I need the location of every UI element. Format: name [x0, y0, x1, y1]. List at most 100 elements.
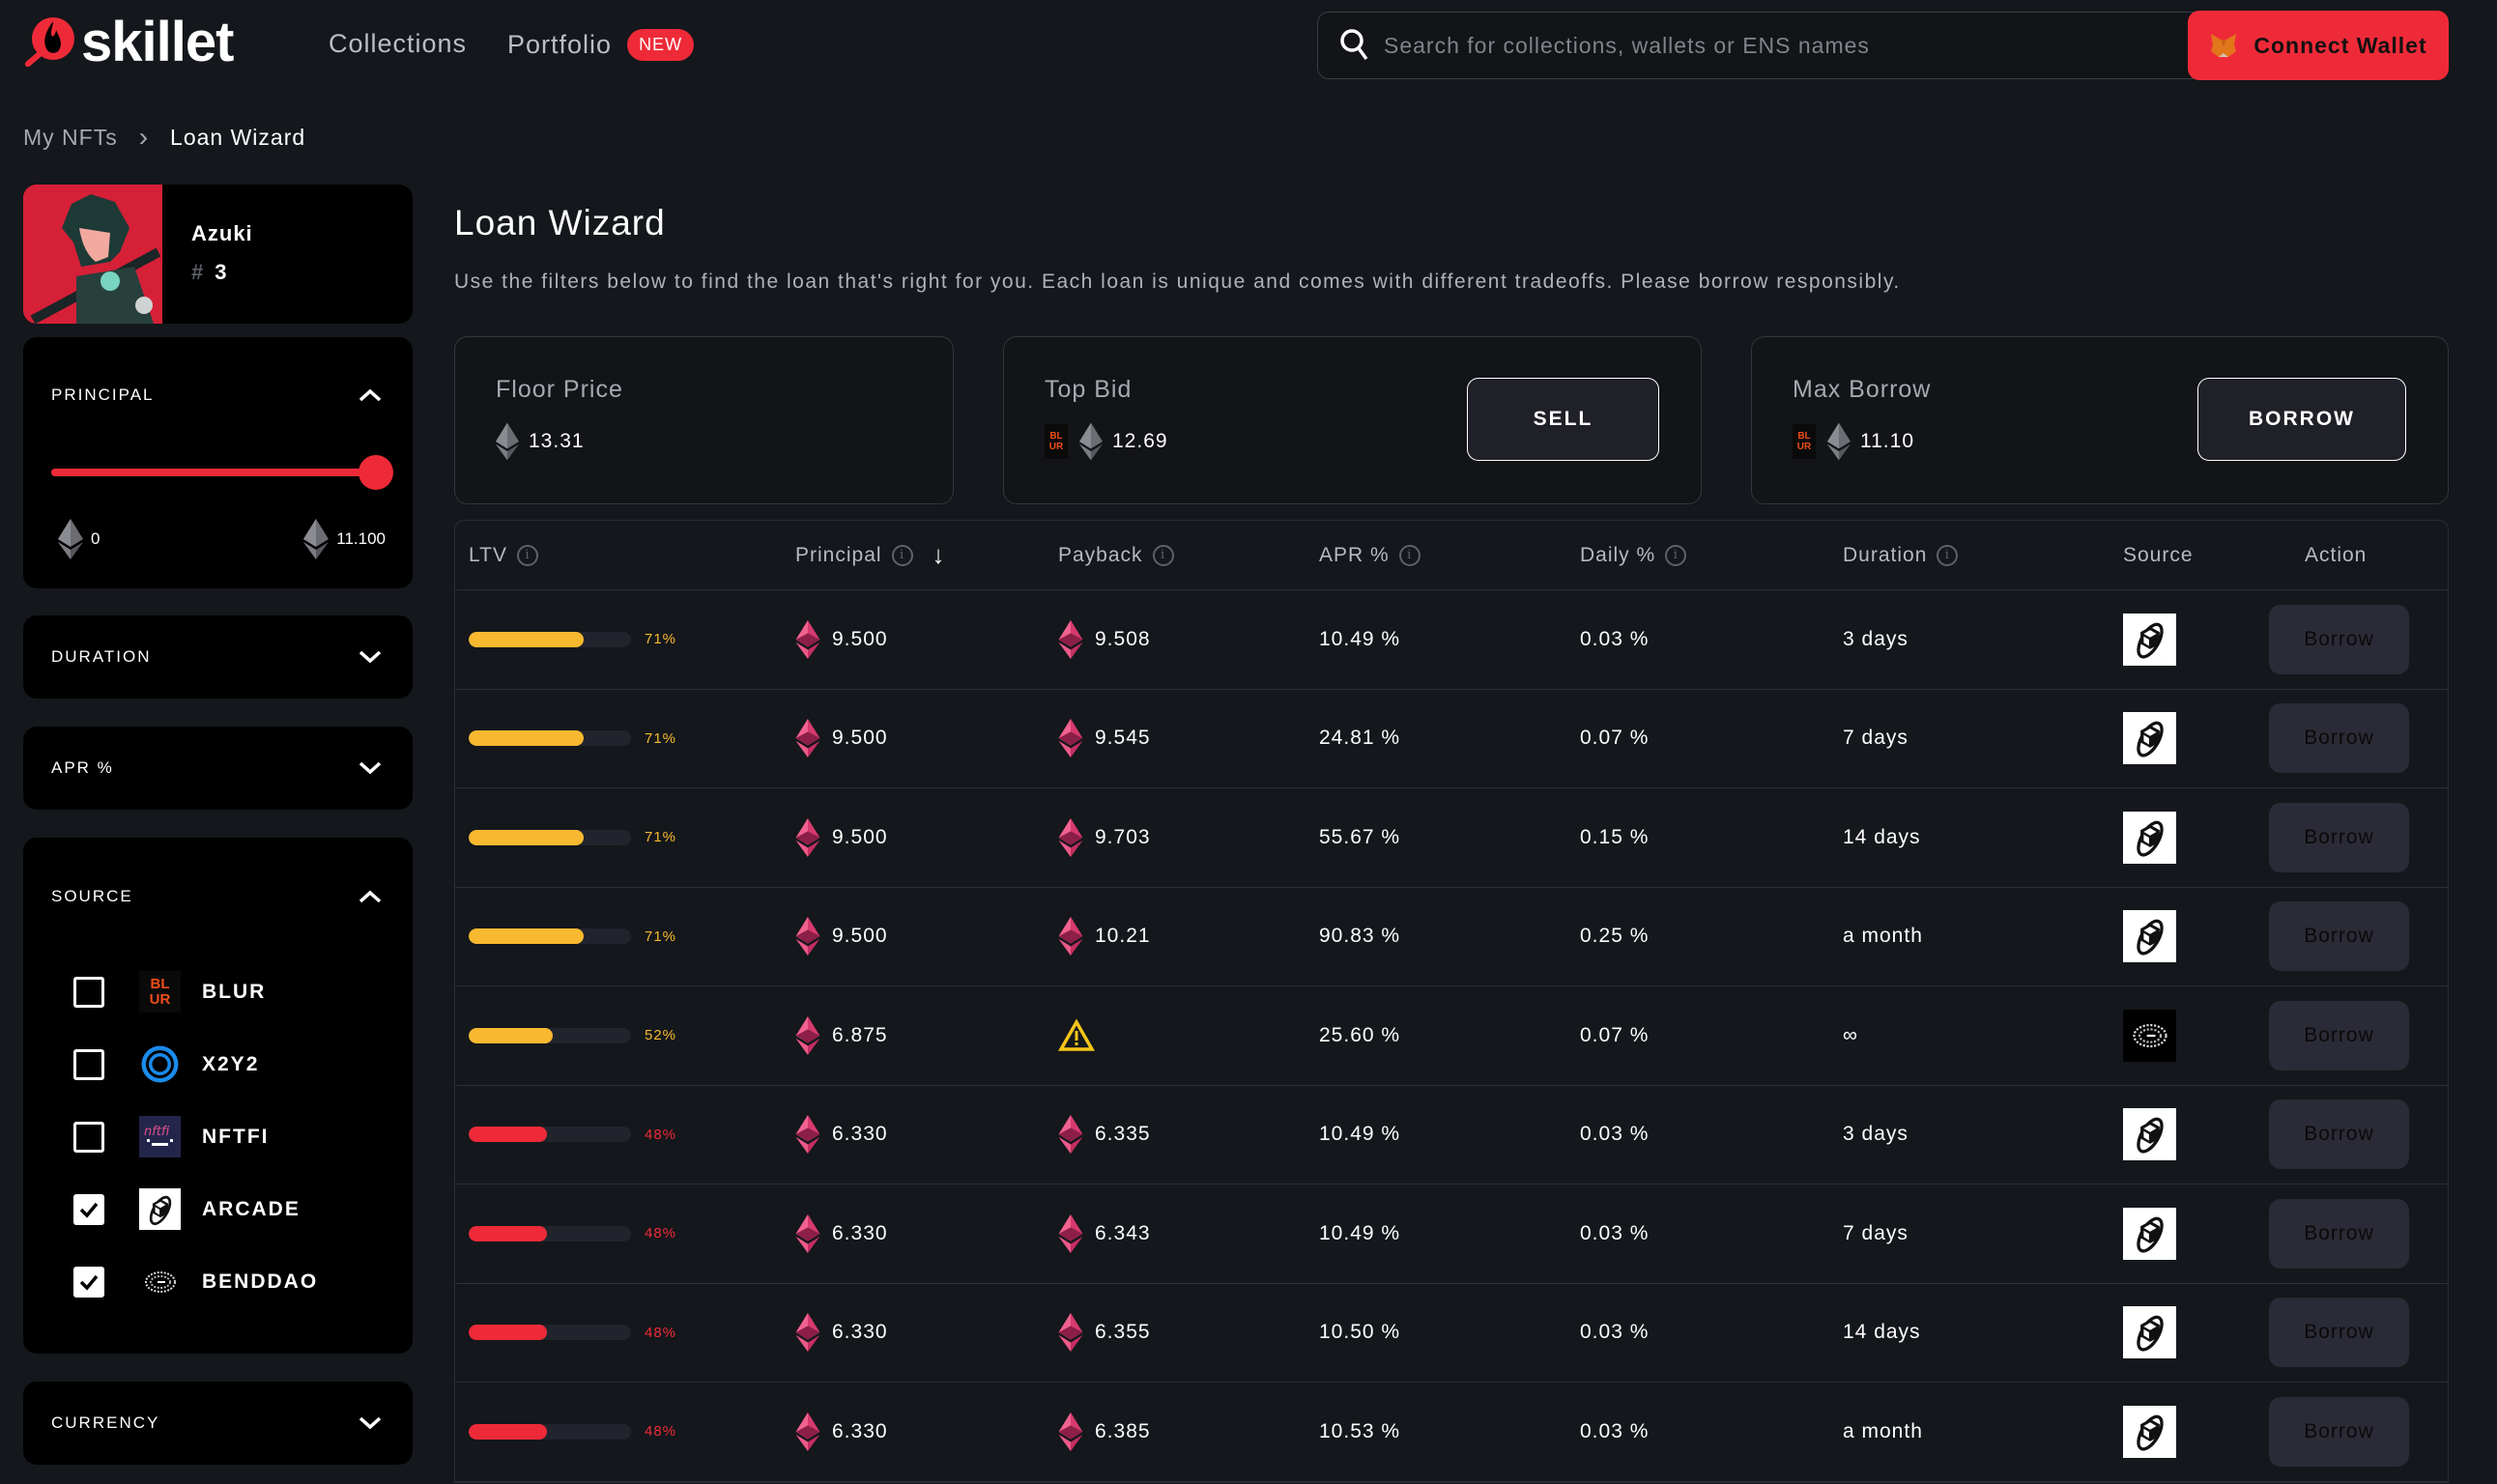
- principal-slider[interactable]: [51, 453, 393, 492]
- ltv-cell: 48%: [469, 1086, 676, 1184]
- principal-value: 9.500: [832, 627, 888, 650]
- ltv-progress-fill: [469, 1423, 547, 1440]
- chevron-down-icon[interactable]: [359, 1416, 382, 1430]
- principal-value: 9.500: [832, 925, 888, 948]
- borrow-button[interactable]: Borrow: [2269, 802, 2409, 872]
- principal-filter-header[interactable]: PRINCIPAL: [23, 337, 413, 453]
- col-duration[interactable]: Duration i: [1843, 544, 1959, 567]
- ltv-value: 52%: [645, 1027, 677, 1044]
- table-row: 48% 6.330 6.385 10.53 % 0.03 % a month B…: [455, 1383, 2448, 1482]
- chevron-up-icon[interactable]: [359, 388, 382, 402]
- eth-icon: [1827, 422, 1851, 461]
- nav-collections-label: Collections: [329, 29, 468, 58]
- benddao-logo-icon: [2123, 1009, 2176, 1062]
- info-icon[interactable]: i: [1665, 544, 1687, 566]
- checkbox[interactable]: [73, 1048, 104, 1080]
- source-cell: [2123, 1284, 2176, 1383]
- action-cell: Borrow: [2269, 888, 2409, 986]
- principal-slider-thumb[interactable]: [359, 455, 393, 490]
- info-icon[interactable]: i: [1937, 544, 1959, 566]
- info-icon[interactable]: i: [1398, 544, 1421, 566]
- ltv-progress-fill: [469, 1127, 547, 1143]
- eth-icon: [1058, 1313, 1083, 1352]
- source-option-label: X2Y2: [202, 1052, 260, 1075]
- checkbox-checked[interactable]: [73, 1193, 104, 1225]
- page-subtitle: Use the filters below to find the loan t…: [454, 271, 1901, 293]
- col-ltv[interactable]: LTV i: [469, 544, 538, 567]
- borrow-button[interactable]: Borrow: [2269, 1099, 2409, 1170]
- source-option-x2y2[interactable]: X2Y2: [73, 1028, 413, 1100]
- eth-icon: [303, 519, 329, 559]
- chevron-down-icon[interactable]: [359, 761, 382, 775]
- col-payback[interactable]: Payback i: [1058, 544, 1174, 567]
- connect-wallet-button[interactable]: Connect Wallet: [2188, 11, 2449, 80]
- col-apr[interactable]: APR % i: [1319, 544, 1421, 567]
- borrow-button[interactable]: Borrow: [2269, 1396, 2409, 1467]
- source-option-blur[interactable]: BL UR BLUR: [73, 956, 413, 1028]
- max-borrow-card: Max Borrow BL UR 11.10 BORROW: [1751, 336, 2449, 504]
- ltv-progress-bar: [469, 928, 631, 945]
- source-filter-panel: SOURCE BL UR BLUR X2Y2 nftfi NFTFI ARCAD…: [23, 838, 413, 1354]
- top-bid-label: Top Bid: [1045, 376, 1133, 403]
- apr-cell: 10.49 %: [1319, 627, 1401, 650]
- payback-cell: 6.335: [1058, 1086, 1151, 1184]
- info-icon[interactable]: i: [1152, 544, 1174, 566]
- ltv-value: 71%: [645, 631, 677, 648]
- col-daily[interactable]: Daily % i: [1580, 544, 1687, 567]
- daily-cell: 0.03 %: [1580, 1123, 1650, 1146]
- stats-row: Floor Price 13.31 Top Bid BL UR 12.69 SEL…: [454, 336, 2449, 504]
- chevron-down-icon[interactable]: [359, 650, 382, 664]
- duration-filter-panel[interactable]: DURATION: [23, 615, 413, 699]
- brand-name: skillet: [81, 11, 234, 73]
- borrow-button[interactable]: Borrow: [2269, 1298, 2409, 1368]
- source-option-nftfi[interactable]: nftfi NFTFI: [73, 1100, 413, 1173]
- info-icon[interactable]: i: [891, 544, 913, 566]
- duration-cell: ∞: [1843, 1023, 1858, 1046]
- eth-icon: [1058, 1214, 1083, 1253]
- ltv-progress-fill: [469, 730, 585, 747]
- sell-button[interactable]: SELL: [1467, 378, 1659, 461]
- sort-arrow-down-icon[interactable]: ↓: [933, 540, 946, 570]
- payback-value: 6.335: [1095, 1123, 1151, 1146]
- arcade-logo-icon: [2123, 712, 2176, 765]
- checkbox-checked[interactable]: [73, 1266, 104, 1298]
- checkbox[interactable]: [73, 976, 104, 1008]
- payback-cell: 10.21: [1058, 888, 1151, 986]
- skillet-logo[interactable]: skillet: [21, 11, 234, 73]
- arcade-logo-icon: [2123, 910, 2176, 963]
- breadcrumb-my-nfts[interactable]: My NFTs: [23, 125, 118, 151]
- ltv-cell: 48%: [469, 1184, 676, 1283]
- search-input[interactable]: [1384, 32, 2253, 59]
- nav-portfolio[interactable]: Portfolio NEW: [507, 29, 695, 61]
- chevron-up-icon[interactable]: [359, 890, 382, 903]
- principal-slider-track[interactable]: [51, 469, 376, 476]
- action-cell: Borrow: [2269, 986, 2409, 1085]
- borrow-max-button[interactable]: BORROW: [2197, 378, 2406, 461]
- table-row: 48% 6.330 6.343 10.49 % 0.03 % 7 days Bo…: [455, 1184, 2448, 1284]
- currency-filter-panel[interactable]: CURRENCY: [23, 1382, 413, 1465]
- principal-value: 6.875: [832, 1023, 888, 1046]
- page-title: Loan Wizard: [454, 203, 666, 243]
- apr-filter-panel[interactable]: APR %: [23, 727, 413, 810]
- borrow-button[interactable]: Borrow: [2269, 1000, 2409, 1070]
- top-bar: skillet Collections Portfolio NEW Connec…: [0, 0, 2497, 97]
- nav-collections[interactable]: Collections: [329, 29, 467, 59]
- checkbox[interactable]: [73, 1121, 104, 1153]
- ltv-cell: 52%: [469, 986, 676, 1085]
- payback-cell: [1058, 986, 1095, 1085]
- borrow-button[interactable]: Borrow: [2269, 1198, 2409, 1269]
- source-option-arcade[interactable]: ARCADE: [73, 1173, 413, 1245]
- nft-collection-name: Azuki: [191, 221, 253, 245]
- borrow-button[interactable]: Borrow: [2269, 604, 2409, 674]
- eth-icon: [496, 422, 519, 461]
- source-option-benddao[interactable]: BENDDAO: [73, 1245, 413, 1318]
- borrow-button[interactable]: Borrow: [2269, 901, 2409, 972]
- action-cell: Borrow: [2269, 590, 2409, 689]
- search-box[interactable]: [1317, 12, 2283, 79]
- borrow-button[interactable]: Borrow: [2269, 703, 2409, 774]
- source-filter-header[interactable]: SOURCE: [23, 838, 413, 946]
- daily-cell: 0.03 %: [1580, 1221, 1650, 1244]
- info-icon[interactable]: i: [516, 544, 538, 566]
- col-principal[interactable]: Principal i ↓: [795, 540, 946, 570]
- table-row: 71% 9.500 9.703 55.67 % 0.15 % 14 days B…: [455, 788, 2448, 888]
